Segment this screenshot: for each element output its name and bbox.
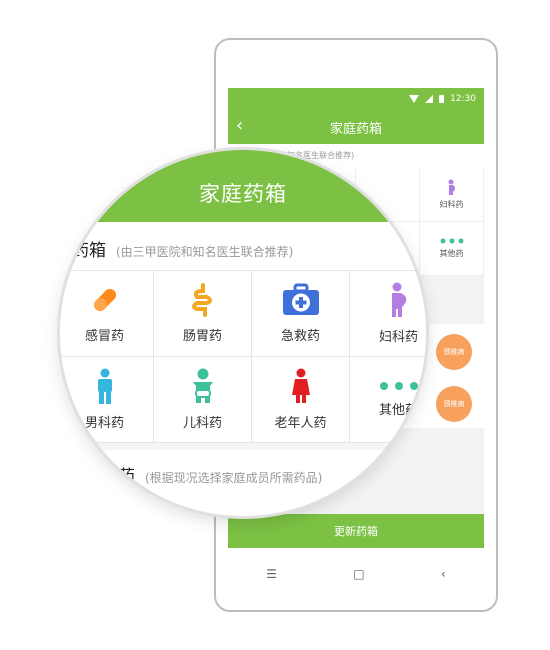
section-subtitle: (由三甲医院和知名医生联合推荐) <box>116 245 294 259</box>
category-male[interactable]: 男科药 <box>60 357 154 443</box>
section-header: 药 (根据现况选择家庭成员所需药品) <box>118 462 322 487</box>
pregnant-woman-icon <box>448 179 455 195</box>
menu-icon[interactable]: ☰ <box>266 567 277 581</box>
category-elder[interactable]: 老年人药 <box>252 357 350 443</box>
medicine-category-grid: 感冒药 肠胃药 急救药 妇科药 男科药 儿科药 老年人药 其他药 <box>60 270 426 443</box>
android-navbar: ☰ □ ‹ <box>228 556 484 592</box>
section-title: 常用药箱 <box>60 241 106 261</box>
intestine-icon <box>189 283 217 317</box>
section-title: 药 <box>118 467 135 487</box>
page-title: 家庭药箱 <box>329 121 382 137</box>
back-arrow-icon[interactable]: ‹ <box>236 116 243 136</box>
capsule-icon <box>88 283 122 317</box>
tag-badge[interactable]: 颈椎病 <box>436 334 472 370</box>
category-firstaid[interactable]: 急救药 <box>252 271 350 357</box>
category-gyn[interactable]: 妇科药 <box>350 271 426 357</box>
first-aid-kit-icon <box>281 283 321 317</box>
category-kids[interactable]: 儿科药 <box>154 357 252 443</box>
home-square-icon[interactable]: □ <box>353 567 364 581</box>
update-medicine-button[interactable]: 更新药箱 <box>228 514 484 548</box>
elder-icon <box>288 368 314 404</box>
signal-icon <box>425 95 434 103</box>
family-medicine-section: 药 (根据现况选择家庭成员所需药品) <box>60 450 426 516</box>
app-bar: ‹ 家庭药箱 <box>228 110 484 144</box>
back-triangle-icon[interactable]: ‹ <box>441 567 446 581</box>
common-medicine-section: 常用药箱 (由三甲医院和知名医生联合推荐) 感冒药 <box>60 222 426 443</box>
category-stomach[interactable]: 肠胃药 <box>154 271 252 357</box>
more-dots-icon <box>379 381 419 391</box>
section-header: 常用药箱 (由三甲医院和知名医生联合推荐) <box>60 236 294 261</box>
category-other[interactable]: 其他药 <box>350 357 426 443</box>
battery-icon <box>439 95 445 103</box>
tag-badge[interactable]: 颈椎病 <box>436 386 472 422</box>
baby-icon <box>189 368 217 404</box>
man-icon <box>94 368 116 404</box>
pregnant-woman-icon <box>386 282 412 318</box>
section-subtitle: (根据现况选择家庭成员所需药品) <box>145 471 323 485</box>
magnifier-lens: 家庭药箱 常用药箱 (由三甲医院和知名医生联合推荐) 感冒药 <box>60 150 426 516</box>
category-cold[interactable]: 感冒药 <box>60 271 154 357</box>
magnified-title: 家庭药箱 <box>60 150 426 222</box>
status-bar: 12:30 <box>228 88 484 110</box>
wifi-icon <box>409 95 420 103</box>
mini-cell-other[interactable]: 其他药 <box>420 222 484 276</box>
status-time: 12:30 <box>450 94 476 104</box>
more-dots-icon <box>440 238 463 244</box>
mini-cell-gyn[interactable]: 妇科药 <box>420 168 484 222</box>
